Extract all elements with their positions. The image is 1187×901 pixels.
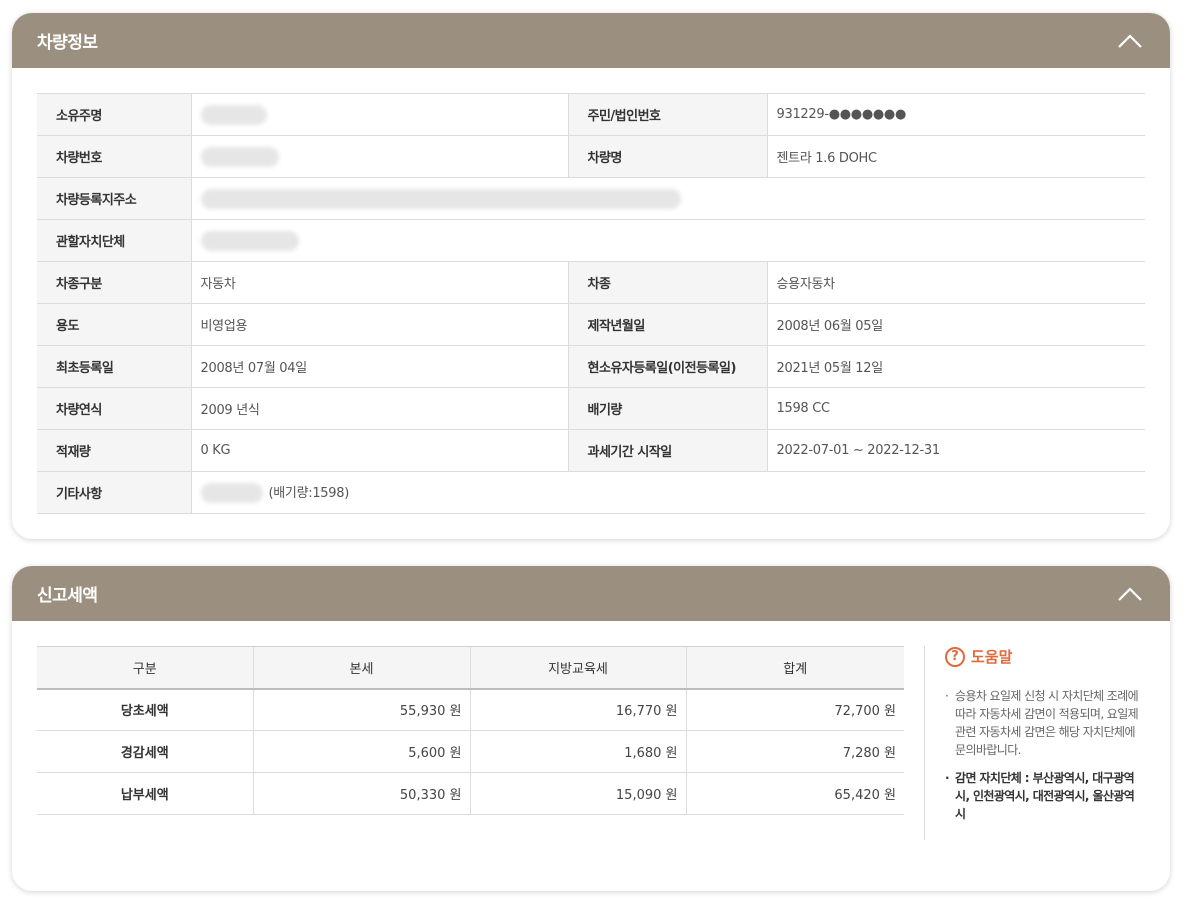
tax-report-header[interactable]: 신고세액 bbox=[12, 566, 1170, 621]
table-row: 용도 비영업용 제작년월일 2008년 06월 05일 bbox=[37, 303, 1145, 346]
displacement-value: 1598 CC bbox=[766, 387, 1145, 430]
vehicle-info-table: 소유주명 주민/법인번호 931229-●●●●●●● 차량번호 차량명 젠트라… bbox=[37, 93, 1145, 514]
redacted-owner-name bbox=[200, 104, 267, 125]
registration-address-value bbox=[190, 177, 1145, 220]
vehicle-number-label: 차량번호 bbox=[37, 135, 191, 178]
table-row: 납부세액 50,330 원 15,090 원 65,420 원 bbox=[37, 772, 904, 815]
resident-number-value: 931229-●●●●●●● bbox=[766, 93, 1145, 136]
redacted-address bbox=[200, 188, 681, 209]
column-header-education-tax: 지방교육세 bbox=[469, 646, 686, 690]
table-row: 차량연식 2009 년식 배기량 1598 CC bbox=[37, 387, 1145, 430]
vehicle-class-value: 자동차 bbox=[190, 261, 569, 304]
base-tax-cell: 5,600 원 bbox=[252, 730, 470, 773]
owner-name-label: 소유주명 bbox=[37, 93, 191, 136]
registration-address-label: 차량등록지주소 bbox=[37, 177, 191, 220]
tax-period-value: 2022-07-01 ~ 2022-12-31 bbox=[766, 429, 1145, 472]
table-row: 경감세액 5,600 원 1,680 원 7,280 원 bbox=[37, 730, 904, 773]
load-capacity-label: 적재량 bbox=[37, 429, 191, 472]
manufacture-date-value: 2008년 06월 05일 bbox=[766, 303, 1145, 346]
tax-table: 구분 본세 지방교육세 합계 당초세액 55,930 원 16,770 원 72… bbox=[37, 646, 904, 815]
jurisdiction-label: 관할자치단체 bbox=[37, 219, 191, 262]
displacement-label: 배기량 bbox=[568, 387, 767, 430]
vehicle-class-label: 차종구분 bbox=[37, 261, 191, 304]
total-cell: 7,280 원 bbox=[685, 730, 904, 773]
column-header-category: 구분 bbox=[37, 646, 253, 690]
model-year-value: 2009 년식 bbox=[190, 387, 569, 430]
table-row: 당초세액 55,930 원 16,770 원 72,700 원 bbox=[37, 688, 904, 731]
table-row: 차종구분 자동차 차종 승용자동차 bbox=[37, 261, 1145, 304]
column-header-base-tax: 본세 bbox=[252, 646, 470, 690]
base-tax-cell: 50,330 원 bbox=[252, 772, 470, 815]
education-tax-cell: 1,680 원 bbox=[469, 730, 686, 773]
vehicle-name-label: 차량명 bbox=[568, 135, 767, 178]
total-cell: 72,700 원 bbox=[685, 688, 904, 731]
total-cell: 65,420 원 bbox=[685, 772, 904, 815]
question-circle-icon: ? bbox=[945, 646, 965, 667]
remarks-label: 기타사항 bbox=[37, 471, 191, 514]
table-row: 차량등록지주소 bbox=[37, 177, 1145, 220]
jurisdiction-value bbox=[190, 219, 1145, 262]
row-label: 당초세액 bbox=[37, 688, 253, 731]
vehicle-type-label: 차종 bbox=[568, 261, 767, 304]
tax-report-title: 신고세액 bbox=[37, 586, 98, 606]
vehicle-type-value: 승용자동차 bbox=[766, 261, 1145, 304]
table-row: 관할자치단체 bbox=[37, 219, 1145, 262]
remarks-value: (배기량:1598) bbox=[190, 471, 1145, 514]
column-header-total: 합계 bbox=[685, 646, 904, 690]
base-tax-cell: 55,930 원 bbox=[252, 688, 470, 731]
current-owner-registration-value: 2021년 05월 12일 bbox=[766, 345, 1145, 388]
first-registration-value: 2008년 07월 04일 bbox=[190, 345, 569, 388]
chevron-up-icon[interactable] bbox=[1116, 31, 1144, 51]
vehicle-info-panel: 차량정보 소유주명 주민/법인번호 931229-●●●●●●● 차량번호 차량… bbox=[12, 13, 1170, 539]
owner-name-value bbox=[190, 93, 569, 136]
vehicle-info-title: 차량정보 bbox=[37, 33, 98, 53]
usage-value: 비영업용 bbox=[190, 303, 569, 346]
vehicle-number-value bbox=[190, 135, 569, 178]
education-tax-cell: 16,770 원 bbox=[469, 688, 686, 731]
education-tax-cell: 15,090 원 bbox=[469, 772, 686, 815]
help-title: 도움말 bbox=[971, 648, 1013, 666]
manufacture-date-label: 제작년월일 bbox=[568, 303, 767, 346]
table-row: 최초등록일 2008년 07월 04일 현소유자등록일(이전등록일) 2021년… bbox=[37, 345, 1145, 388]
help-box: ? 도움말 승용차 요일제 신청 시 자치단체 조례에 따라 자동차세 감면이 … bbox=[924, 646, 1144, 840]
first-registration-label: 최초등록일 bbox=[37, 345, 191, 388]
remarks-text: (배기량:1598) bbox=[268, 485, 350, 501]
load-capacity-value: 0 KG bbox=[190, 429, 569, 472]
row-label: 납부세액 bbox=[37, 772, 253, 815]
tax-period-label: 과세기간 시작일 bbox=[568, 429, 767, 472]
table-row: 소유주명 주민/법인번호 931229-●●●●●●● bbox=[37, 93, 1145, 136]
usage-label: 용도 bbox=[37, 303, 191, 346]
vehicle-info-header[interactable]: 차량정보 bbox=[12, 13, 1170, 68]
tax-report-panel: 신고세액 구분 본세 지방교육세 합계 당초세액 55,930 원 16,770… bbox=[12, 566, 1170, 891]
redacted-jurisdiction bbox=[200, 230, 299, 251]
current-owner-registration-label: 현소유자등록일(이전등록일) bbox=[568, 345, 767, 388]
table-row: 차량번호 차량명 젠트라 1.6 DOHC bbox=[37, 135, 1145, 178]
tax-table-header-row: 구분 본세 지방교육세 합계 bbox=[37, 646, 904, 690]
row-label: 경감세액 bbox=[37, 730, 253, 773]
model-year-label: 차량연식 bbox=[37, 387, 191, 430]
table-row: 적재량 0 KG 과세기간 시작일 2022-07-01 ~ 2022-12-3… bbox=[37, 429, 1145, 472]
chevron-up-icon[interactable] bbox=[1116, 584, 1144, 604]
table-row: 기타사항 (배기량:1598) bbox=[37, 471, 1145, 514]
help-paragraph-discount: 승용차 요일제 신청 시 자치단체 조례에 따라 자동차세 감면이 적용되며, … bbox=[945, 687, 1144, 759]
help-heading: ? 도움말 bbox=[945, 646, 1144, 667]
redacted-remarks bbox=[200, 483, 263, 504]
vehicle-name-value: 젠트라 1.6 DOHC bbox=[766, 135, 1145, 178]
resident-number-label: 주민/법인번호 bbox=[568, 93, 767, 136]
help-paragraph-municipalities: 감면 자치단체 : 부산광역시, 대구광역시, 인천광역시, 대전광역시, 울산… bbox=[945, 769, 1144, 823]
redacted-vehicle-number bbox=[200, 146, 279, 167]
